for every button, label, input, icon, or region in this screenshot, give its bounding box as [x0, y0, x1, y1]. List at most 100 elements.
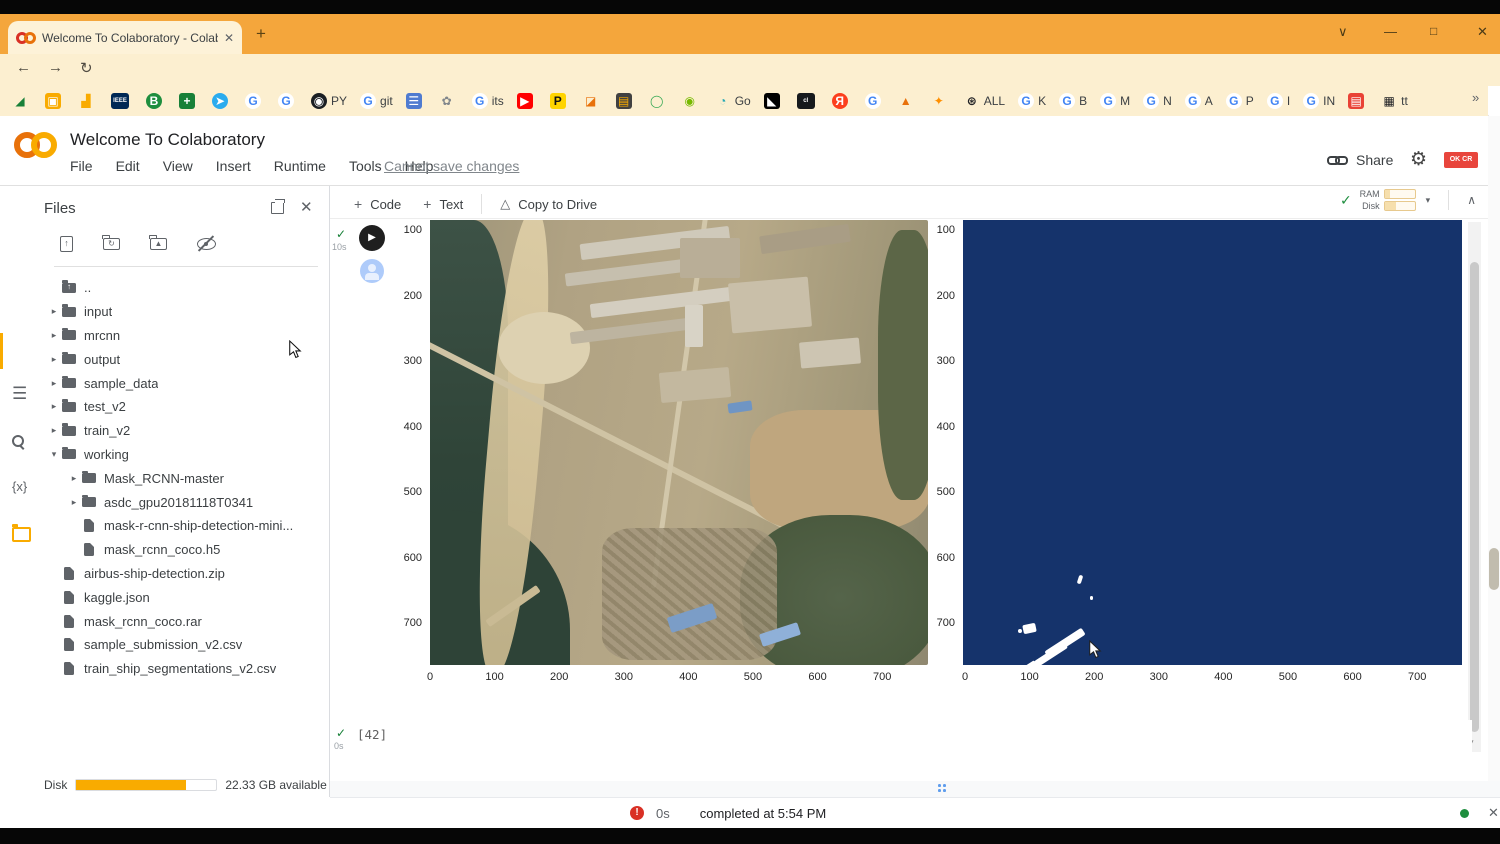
page-scrollbar-thumb[interactable]	[1489, 548, 1499, 590]
file-tree-row[interactable]: output	[42, 347, 330, 371]
settings-gear-icon[interactable]: ⚙	[1410, 148, 1427, 171]
colab-logo[interactable]	[14, 132, 57, 158]
resource-gauge[interactable]: RAM Disk	[1360, 189, 1416, 211]
collapse-section-icon[interactable]: ∧	[1467, 193, 1476, 207]
bookmark[interactable]: ▦ tt	[1381, 93, 1408, 109]
bookmark[interactable]: G	[278, 93, 298, 109]
bookmark[interactable]: G its	[472, 93, 504, 109]
bookmark[interactable]: ▲	[898, 93, 918, 109]
file-tree-row[interactable]: mrcnn	[42, 324, 330, 348]
file-tree-row[interactable]: Mask_RCNN-master	[42, 466, 330, 490]
bookmark[interactable]: ▤	[616, 93, 636, 109]
new-tab-button[interactable]: +	[256, 24, 266, 44]
bookmark[interactable]: cl	[797, 93, 819, 109]
expand-arrow-icon[interactable]	[46, 330, 62, 341]
search-icon[interactable]	[12, 432, 24, 452]
status-close-icon[interactable]: ✕	[1488, 805, 1499, 821]
window-maximize-icon[interactable]: □	[1430, 24, 1437, 38]
bookmark[interactable]: ☰	[406, 93, 426, 109]
expand-arrow-icon[interactable]	[46, 378, 62, 389]
bookmark[interactable]: G	[865, 93, 885, 109]
files-icon[interactable]	[12, 527, 31, 547]
bookmark[interactable]: G P	[1226, 93, 1254, 109]
header-extension-badge[interactable]: OK CR	[1444, 152, 1478, 168]
file-tree-row[interactable]: train_v2	[42, 419, 330, 443]
menu-item[interactable]: Runtime	[274, 158, 326, 174]
window-close-icon[interactable]: ✕	[1477, 24, 1488, 40]
bookmark[interactable]: ✿	[439, 93, 459, 109]
bookmark[interactable]: ◉ PY	[311, 93, 347, 109]
run-cell-button[interactable]: ▶	[359, 225, 385, 251]
reload-icon[interactable]: ↻	[80, 59, 93, 77]
bookmark[interactable]: G	[245, 93, 265, 109]
file-tree-row[interactable]: airbus-ship-detection.zip	[42, 562, 330, 586]
bookmark[interactable]: ◉	[682, 93, 702, 109]
notebook-scrollbar-thumb[interactable]	[1470, 262, 1479, 732]
bookmark[interactable]: ▶	[517, 93, 537, 109]
mount-drive-icon[interactable]: ▲	[150, 238, 167, 250]
file-tree-row[interactable]: train_ship_segmentations_v2.csv	[42, 657, 330, 681]
bookmark[interactable]: G B	[1059, 93, 1087, 109]
file-tree-row[interactable]: ..	[42, 276, 330, 300]
file-tree-row[interactable]: sample_data	[42, 371, 330, 395]
resources-dropdown-icon[interactable]: ▾	[1426, 195, 1431, 206]
bookmark[interactable]: Я	[832, 93, 852, 109]
bookmark[interactable]: +	[179, 93, 199, 109]
save-status-link[interactable]: Cannot save changes	[384, 158, 519, 174]
bookmark[interactable]: G N	[1143, 93, 1172, 109]
menu-item[interactable]: View	[163, 158, 193, 174]
expand-arrow-icon[interactable]	[46, 425, 62, 436]
add-text-button[interactable]: Text	[439, 197, 463, 212]
expand-arrow-icon[interactable]	[66, 473, 82, 484]
expand-arrow-icon[interactable]	[46, 401, 62, 412]
bookmark[interactable]: B	[146, 93, 166, 109]
forward-icon[interactable]: →	[48, 59, 63, 76]
file-tree-row[interactable]: input	[42, 300, 330, 324]
file-tree-row[interactable]: sample_submission_v2.csv	[42, 633, 330, 657]
share-button[interactable]: Share	[1327, 152, 1393, 168]
page-scrollbar-track[interactable]	[1488, 116, 1500, 828]
close-panel-icon[interactable]: ✕	[300, 198, 313, 216]
bookmark[interactable]: ▟	[78, 93, 98, 109]
tab-close-icon[interactable]: ✕	[224, 31, 234, 45]
menu-item[interactable]: File	[70, 158, 93, 174]
bookmark[interactable]: ✦	[931, 93, 951, 109]
bookmark[interactable]: ◔ Go	[715, 93, 751, 109]
menu-item[interactable]: Insert	[216, 158, 251, 174]
variables-icon[interactable]: {x}	[12, 479, 27, 494]
code-cell[interactable]: [42] masks['ships'] = masks['EncodedPixe…	[352, 720, 1472, 774]
bookmarks-overflow-icon[interactable]: »	[1472, 90, 1479, 105]
bookmark[interactable]: G K	[1018, 93, 1046, 109]
bookmark[interactable]: G M	[1100, 93, 1130, 109]
file-tree-row[interactable]: test_v2	[42, 395, 330, 419]
bookmark[interactable]: IEEE	[111, 93, 133, 109]
file-tree-row[interactable]: asdc_gpu20181118T0341	[42, 490, 330, 514]
copy-to-drive-button[interactable]: Copy to Drive	[518, 197, 597, 212]
browser-tab[interactable]: Welcome To Colaboratory - Colab ✕	[8, 21, 242, 54]
popout-icon[interactable]	[271, 202, 284, 214]
bookmark[interactable]: ◯	[649, 93, 669, 109]
file-tree-row[interactable]: mask_rcnn_coco.h5	[42, 538, 330, 562]
bookmark[interactable]: ◢	[12, 93, 32, 109]
window-menu-icon[interactable]: ∨	[1338, 24, 1348, 40]
file-tree-row[interactable]: mask-r-cnn-ship-detection-mini...	[42, 514, 330, 538]
bookmark[interactable]: ⊛ ALL	[964, 93, 1005, 109]
bookmark[interactable]: ◣	[764, 93, 784, 109]
file-tree-row[interactable]: kaggle.json	[42, 585, 330, 609]
expand-arrow-icon[interactable]	[66, 497, 82, 508]
menu-item[interactable]: Edit	[116, 158, 140, 174]
window-minimize-icon[interactable]: —	[1384, 24, 1397, 39]
refresh-files-icon[interactable]: ↻	[103, 238, 120, 250]
bookmark[interactable]: G A	[1185, 93, 1213, 109]
bookmark[interactable]: G IN	[1303, 93, 1335, 109]
menu-item[interactable]: Tools	[349, 158, 382, 174]
upload-file-icon[interactable]: ↑	[60, 236, 73, 252]
expand-arrow-icon[interactable]	[46, 354, 62, 365]
bookmark[interactable]: P	[550, 93, 570, 109]
file-tree-row[interactable]: mask_rcnn_coco.rar	[42, 609, 330, 633]
hidden-files-icon[interactable]	[197, 238, 216, 250]
file-tree-row[interactable]: working	[42, 443, 330, 467]
back-icon[interactable]: ←	[16, 59, 31, 76]
notebook-title[interactable]: Welcome To Colaboratory	[70, 130, 265, 150]
cell-drag-handle-icon[interactable]	[938, 784, 946, 792]
